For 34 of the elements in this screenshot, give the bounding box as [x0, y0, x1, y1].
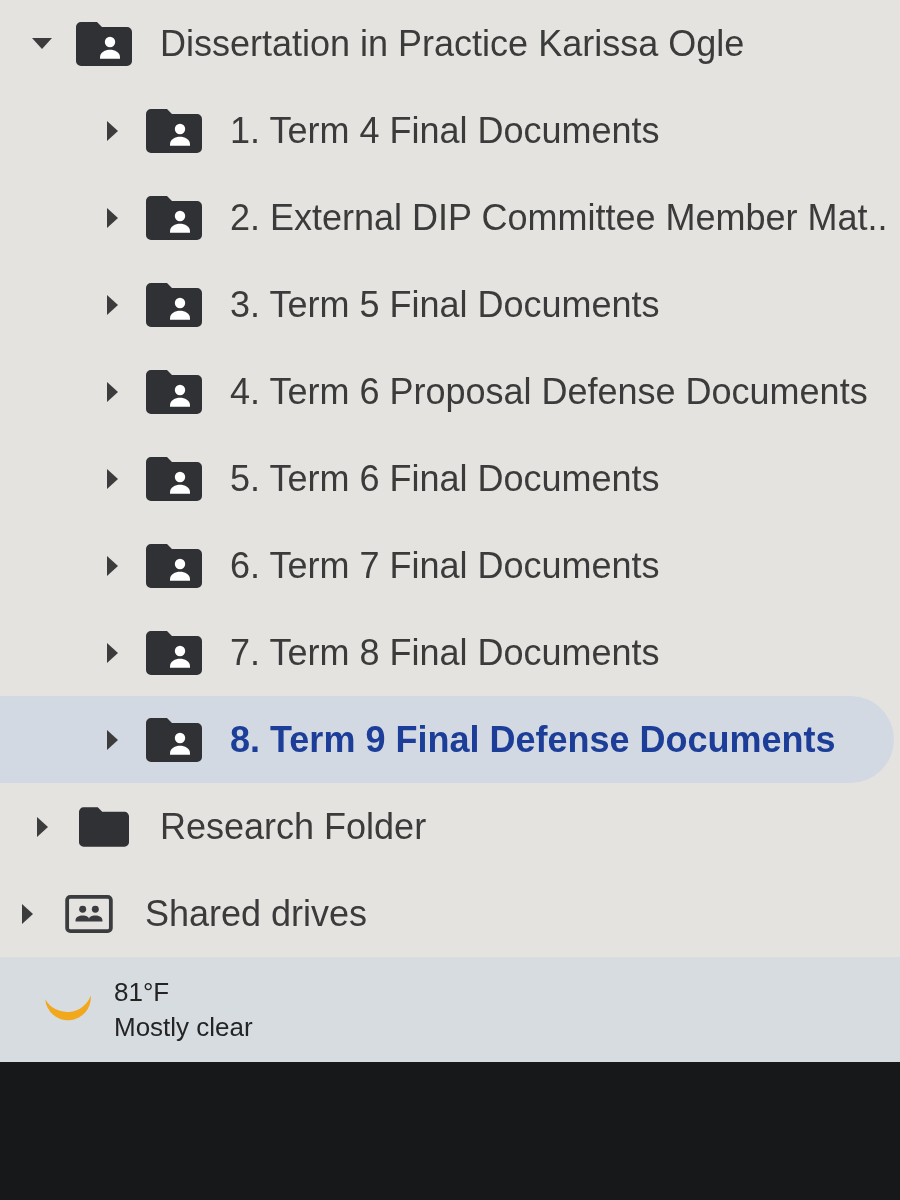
- shared-folder-icon: [146, 630, 202, 675]
- folder-row[interactable]: Research Folder: [0, 783, 894, 870]
- folder-row[interactable]: 8. Term 9 Final Defense Documents: [0, 696, 894, 783]
- folder-row[interactable]: 5. Term 6 Final Documents: [0, 435, 894, 522]
- caret-icon[interactable]: [106, 294, 118, 315]
- shared-folder-icon: [146, 369, 202, 414]
- shared-folder-icon: [146, 456, 202, 501]
- caret-icon[interactable]: [106, 207, 118, 228]
- shared-folder-icon: [146, 717, 202, 762]
- folder-row[interactable]: 2. External DIP Committee Member Mat..: [0, 174, 894, 261]
- shared-folder-icon: [76, 21, 132, 66]
- folder-row[interactable]: 3. Term 5 Final Documents: [0, 261, 894, 348]
- folder-row[interactable]: 6. Term 7 Final Documents: [0, 522, 894, 609]
- weather-widget[interactable]: 81°F Mostly clear: [44, 976, 253, 1043]
- shared-folder-icon: [146, 195, 202, 240]
- caret-icon[interactable]: [106, 120, 118, 141]
- caret-icon[interactable]: [106, 381, 118, 402]
- caret-icon[interactable]: [106, 729, 118, 750]
- shared-folder-icon: [146, 282, 202, 327]
- shared-drives-row[interactable]: Shared drives: [0, 870, 894, 957]
- caret-icon[interactable]: [106, 642, 118, 663]
- folder-row[interactable]: 1. Term 4 Final Documents: [0, 87, 894, 174]
- folder-row[interactable]: 4. Term 6 Proposal Defense Documents: [0, 348, 894, 435]
- shared-folder-icon: [146, 543, 202, 588]
- shared-folder-icon: [146, 108, 202, 153]
- caret-icon[interactable]: [106, 555, 118, 576]
- caret-icon[interactable]: [21, 903, 33, 924]
- shared-drives-icon: [65, 894, 113, 933]
- folder-row[interactable]: Dissertation in Practice Karissa Ogle: [0, 0, 894, 87]
- folder-row[interactable]: 7. Term 8 Final Documents: [0, 609, 894, 696]
- folder-icon: [79, 806, 129, 847]
- caret-icon[interactable]: [106, 468, 118, 489]
- caret-icon[interactable]: [36, 816, 48, 837]
- caret-icon[interactable]: [32, 38, 52, 49]
